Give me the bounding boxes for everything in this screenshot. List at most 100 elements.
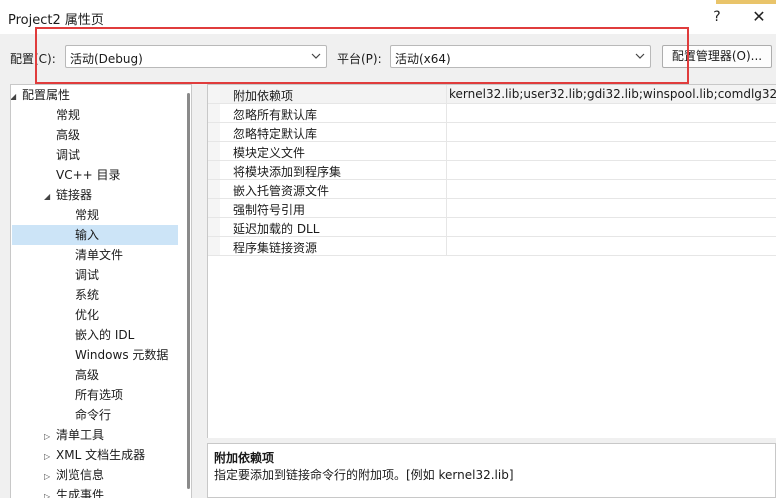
- property-row[interactable]: 忽略所有默认库: [208, 104, 776, 123]
- tree-item-label: 所有选项: [75, 388, 124, 402]
- property-row[interactable]: 模块定义文件: [208, 142, 776, 161]
- tree-item[interactable]: 输入: [12, 225, 178, 245]
- tree-item[interactable]: 所有选项: [12, 385, 178, 405]
- property-name: 程序集链接资源: [233, 241, 318, 255]
- tree-item-label: VC++ 目录: [56, 168, 121, 182]
- tree-item-label: XML 文档生成器: [56, 448, 146, 462]
- tree-item-label: 命令行: [75, 408, 112, 422]
- tree-item-label: 调试: [56, 148, 81, 162]
- tree-item[interactable]: 清单文件: [12, 245, 178, 265]
- property-row[interactable]: 强制符号引用: [208, 199, 776, 218]
- platform-dropdown-value: 活动(x64): [395, 52, 451, 66]
- configuration-manager-button[interactable]: 配置管理器(O)...: [662, 45, 772, 68]
- close-button[interactable]: ✕: [742, 4, 776, 30]
- property-row[interactable]: 忽略特定默认库: [208, 123, 776, 142]
- property-value[interactable]: [446, 180, 776, 198]
- property-row[interactable]: 将模块添加到程序集: [208, 161, 776, 180]
- property-tree[interactable]: ◢ 配置属性 常规 高级 调试 VC++ 目录 ◢ 链接器 常规 输入 清单文件 调试 系统 优化 嵌入的 …: [10, 84, 192, 498]
- tree-scrollbar[interactable]: [187, 93, 190, 489]
- platform-label: 平台(P):: [337, 52, 382, 66]
- tree-item-label: 生成事件: [56, 488, 105, 498]
- property-name: 将模块添加到程序集: [233, 165, 342, 179]
- tree-item-label: 常规: [75, 208, 100, 222]
- tree-item[interactable]: 高级: [12, 125, 178, 145]
- tree-item[interactable]: ▷ XML 文档生成器: [12, 445, 178, 465]
- description-title: 附加依赖项: [214, 451, 275, 465]
- help-button[interactable]: ?: [700, 4, 734, 30]
- title-bar: Project2 属性页 ? ✕: [0, 0, 776, 34]
- tree-item[interactable]: ◢ 链接器: [12, 185, 178, 205]
- property-name: 强制符号引用: [233, 203, 306, 217]
- property-row[interactable]: 程序集链接资源: [208, 237, 776, 256]
- platform-dropdown[interactable]: 活动(x64): [390, 45, 651, 68]
- tree-item[interactable]: ▷ 生成事件: [12, 485, 178, 498]
- property-row[interactable]: 延迟加载的 DLL: [208, 218, 776, 237]
- tree-item-label: 优化: [75, 308, 100, 322]
- corner-decoration: [716, 0, 776, 4]
- tree-item[interactable]: 调试: [12, 145, 178, 165]
- chevron-down-icon: [311, 53, 321, 59]
- property-value[interactable]: [446, 104, 776, 122]
- property-value[interactable]: [446, 123, 776, 141]
- expand-arrow-icon[interactable]: ▷: [44, 467, 54, 487]
- row-gutter: [208, 199, 220, 217]
- property-value[interactable]: [446, 161, 776, 179]
- collapse-arrow-icon[interactable]: ◢: [11, 87, 20, 107]
- property-value[interactable]: kernel32.lib;user32.lib;gdi32.lib;winspo…: [446, 85, 776, 103]
- description-panel: 附加依赖项 指定要添加到链接命令行的附加项。[例如 kernel32.lib]: [207, 443, 776, 498]
- property-name: 延迟加载的 DLL: [233, 222, 320, 236]
- property-value[interactable]: [446, 142, 776, 160]
- expand-arrow-icon[interactable]: ▷: [44, 487, 54, 498]
- tree-item[interactable]: ◢ 配置属性: [11, 85, 178, 107]
- tree-item[interactable]: 命令行: [12, 405, 178, 425]
- window-title: Project2 属性页: [8, 13, 104, 28]
- tree-item-label: 配置属性: [22, 88, 71, 102]
- tree-item[interactable]: 高级: [12, 365, 178, 385]
- tree-item-label: 高级: [56, 128, 81, 142]
- tree-item[interactable]: 常规: [12, 105, 178, 125]
- property-name: 附加依赖项: [233, 89, 294, 103]
- tree-item[interactable]: Windows 元数据: [12, 345, 178, 365]
- row-gutter: [208, 161, 220, 179]
- tree-item-label: 嵌入的 IDL: [75, 328, 135, 342]
- tree-item[interactable]: ▷ 清单工具: [12, 425, 178, 445]
- tree-item[interactable]: 系统: [12, 285, 178, 305]
- collapse-arrow-icon[interactable]: ◢: [44, 187, 54, 207]
- tree-item-label: 链接器: [56, 188, 93, 202]
- row-gutter: [208, 85, 220, 103]
- description-text: 指定要添加到链接命令行的附加项。[例如 kernel32.lib]: [214, 468, 514, 482]
- row-gutter: [208, 218, 220, 236]
- tree-item-label: 输入: [75, 228, 100, 242]
- property-name: 忽略所有默认库: [233, 108, 318, 122]
- tree-item-label: 清单文件: [75, 248, 124, 262]
- tree-item-label: 调试: [75, 268, 100, 282]
- tree-item-label: 浏览信息: [56, 468, 105, 482]
- property-value[interactable]: [446, 199, 776, 217]
- tree-item[interactable]: ▷ 浏览信息: [12, 465, 178, 485]
- row-gutter: [208, 142, 220, 160]
- tree-item-label: 清单工具: [56, 428, 105, 442]
- expand-arrow-icon[interactable]: ▷: [44, 427, 54, 447]
- expand-arrow-icon[interactable]: ▷: [44, 447, 54, 467]
- row-gutter: [208, 237, 220, 255]
- tree-item[interactable]: 优化: [12, 305, 178, 325]
- config-dropdown-value: 活动(Debug): [70, 52, 143, 66]
- tree-item-label: 系统: [75, 288, 100, 302]
- tree-item[interactable]: 常规: [12, 205, 178, 225]
- tree-item[interactable]: VC++ 目录: [12, 165, 178, 185]
- property-value[interactable]: [446, 237, 776, 255]
- tree-item-label: 高级: [75, 368, 100, 382]
- config-label: 配置(C):: [10, 52, 56, 66]
- property-name: 模块定义文件: [233, 146, 306, 160]
- row-gutter: [208, 123, 220, 141]
- property-value[interactable]: [446, 218, 776, 236]
- row-gutter: [208, 104, 220, 122]
- property-row[interactable]: 附加依赖项 kernel32.lib;user32.lib;gdi32.lib;w…: [208, 85, 776, 104]
- property-row[interactable]: 嵌入托管资源文件: [208, 180, 776, 199]
- property-grid[interactable]: 附加依赖项 kernel32.lib;user32.lib;gdi32.lib;w…: [207, 84, 776, 438]
- chevron-down-icon: [635, 53, 645, 59]
- tree-item[interactable]: 调试: [12, 265, 178, 285]
- config-dropdown[interactable]: 活动(Debug): [65, 45, 327, 68]
- tree-item[interactable]: 嵌入的 IDL: [12, 325, 178, 345]
- tree-item-label: Windows 元数据: [75, 348, 169, 362]
